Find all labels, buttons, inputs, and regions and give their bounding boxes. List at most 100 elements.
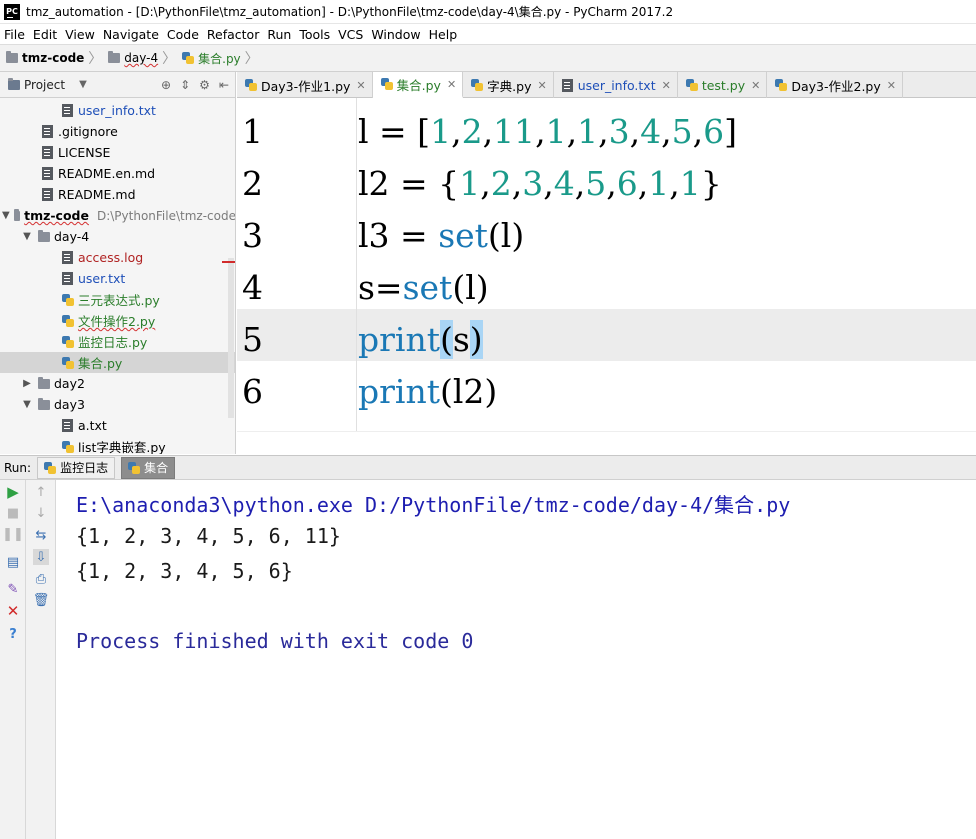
title-bar: PC tmz_automation - [D:\PythonFile\tmz_a… (0, 0, 976, 24)
breadcrumb-item-tmz-code[interactable]: tmz-code 〉 (6, 48, 108, 68)
close-icon[interactable]: ✕ (5, 602, 21, 620)
close-icon[interactable]: ✕ (356, 79, 365, 92)
help-icon[interactable]: ? (5, 626, 21, 642)
tree-scrollbar[interactable] (228, 258, 234, 418)
tree-item-tmz-code[interactable]: ▼ tmz-code D:\PythonFile\tmz-code (0, 205, 235, 226)
tree-item-user-txt[interactable]: user.txt (0, 268, 235, 289)
menu-code[interactable]: Code (167, 27, 199, 42)
gutter-divider (356, 98, 357, 433)
stop-icon[interactable]: ■ (5, 505, 21, 521)
project-tree: user_info.txt .gitignore LICENSE README.… (0, 98, 236, 454)
pycharm-app-icon: PC (4, 3, 20, 20)
tree-item-sanyuan[interactable]: 三元表达式.py (0, 289, 235, 310)
tree-item-jiankong[interactable]: 监控日志.py (0, 331, 235, 352)
menu-run[interactable]: Run (267, 27, 291, 42)
pin-icon[interactable]: ✎ (5, 581, 21, 597)
menu-window[interactable]: Window (371, 27, 420, 42)
menu-bar: File Edit View Navigate Code Refactor Ru… (0, 24, 976, 44)
menu-navigate[interactable]: Navigate (103, 27, 159, 42)
arrow-up-icon[interactable]: ↑ (33, 484, 49, 500)
rerun-icon[interactable]: ▶ (5, 483, 21, 501)
folder-icon (108, 51, 121, 63)
tab-jihe[interactable]: 集合.py ✕ (372, 72, 464, 98)
run-tab-jiankong[interactable]: 监控日志 (37, 456, 116, 479)
close-icon[interactable]: ✕ (537, 79, 546, 92)
python-file-icon (62, 356, 74, 369)
tree-item-gitignore[interactable]: .gitignore (0, 121, 235, 142)
run-tab-jihe[interactable]: 集合 (121, 456, 176, 479)
tab-test[interactable]: test.py ✕ (678, 72, 768, 98)
tree-item-jihe[interactable]: 集合.py (0, 352, 235, 373)
arrow-down-icon[interactable]: ↓ (33, 505, 49, 521)
menu-view[interactable]: View (65, 27, 95, 42)
editor-tabs: Day3-作业1.py ✕ 集合.py ✕ 字典.py ✕ user_info.txt… (237, 72, 976, 98)
tree-item-readme-en[interactable]: README.en.md (0, 163, 235, 184)
editor-scroll-area (237, 431, 976, 454)
breadcrumb-item-day-4[interactable]: day-4 〉 (108, 48, 182, 68)
line-number: 1 (242, 111, 263, 151)
close-icon[interactable]: ✕ (662, 79, 671, 92)
console-line-command: E:\anaconda3\python.exe D:/PythonFile/tm… (76, 493, 791, 517)
menu-refactor[interactable]: Refactor (207, 27, 259, 42)
console-line-output-1: {1, 2, 3, 4, 5, 6, 11} (76, 524, 341, 548)
project-view-selector[interactable]: Project (24, 78, 65, 92)
soft-wrap-icon[interactable]: ⇆ (33, 527, 49, 543)
target-icon[interactable]: ⊕ (161, 78, 171, 92)
folder-icon (38, 376, 50, 389)
menu-tools[interactable]: Tools (299, 27, 330, 42)
line-number: 5 (242, 319, 263, 359)
tab-zidian[interactable]: 字典.py ✕ (463, 72, 554, 98)
text-file-icon (62, 272, 73, 285)
trash-icon[interactable]: 🗑 (33, 592, 50, 608)
run-toolbar-secondary: ↑ ↓ ⇆ ⇩ ⎙ 🗑 (26, 480, 56, 839)
scroll-to-end-icon[interactable]: ⇩ (33, 549, 49, 565)
close-icon[interactable]: ✕ (447, 78, 456, 91)
line-number: 4 (242, 267, 263, 307)
python-file-icon (128, 461, 141, 474)
menu-edit[interactable]: Edit (33, 27, 57, 42)
expand-arrow-icon[interactable]: ▼ (2, 210, 10, 221)
tab-user-info[interactable]: user_info.txt ✕ (554, 72, 678, 98)
code-text: l2 = {1,2,3,4,5,6,1,1} (358, 163, 722, 203)
menu-help[interactable]: Help (429, 27, 458, 42)
python-file-icon (245, 79, 257, 91)
gear-icon[interactable]: ⚙ (199, 78, 210, 92)
menu-file[interactable]: File (4, 27, 25, 42)
console-output[interactable]: E:\anaconda3\python.exe D:/PythonFile/tm… (56, 480, 976, 839)
folder-icon (6, 51, 18, 63)
close-icon[interactable]: ✕ (751, 79, 760, 92)
tree-item-license[interactable]: LICENSE (0, 142, 235, 163)
close-icon[interactable]: ✕ (887, 79, 896, 92)
tree-item-a-txt[interactable]: a.txt (0, 415, 235, 436)
tree-item-readme[interactable]: README.md (0, 184, 235, 205)
layout-icon[interactable]: ▤ (5, 554, 21, 570)
python-file-icon (471, 79, 484, 91)
python-file-icon (380, 78, 393, 90)
collapse-icon[interactable]: ⇕ (180, 78, 190, 92)
tree-item-wenjian[interactable]: 文件操作2.py (0, 310, 235, 331)
expand-arrow-icon[interactable]: ▼ (20, 231, 34, 242)
error-marker (222, 261, 235, 263)
print-icon[interactable]: ⎙ (33, 571, 49, 587)
text-file-icon (62, 251, 73, 264)
hide-panel-icon[interactable]: ⇤ (219, 78, 229, 92)
tree-item-user-info-txt[interactable]: user_info.txt (0, 100, 235, 121)
tab-day3-zuoye1[interactable]: Day3-作业1.py ✕ (237, 72, 373, 98)
tab-day3-zuoye2[interactable]: Day3-作业2.py ✕ (767, 72, 903, 98)
tree-item-access-log[interactable]: access.log (0, 247, 235, 268)
breadcrumb-item-file[interactable]: 集合.py 〉 (182, 48, 265, 68)
pause-icon[interactable]: ❚❚ (2, 526, 24, 542)
menu-vcs[interactable]: VCS (338, 27, 363, 42)
python-file-icon (775, 79, 788, 91)
text-file-icon (42, 188, 53, 201)
current-line-highlight (237, 309, 976, 361)
breadcrumb: tmz-code 〉 day-4 〉 集合.py 〉 (0, 44, 976, 72)
tree-item-list-dict[interactable]: list字典嵌套.py (0, 436, 235, 454)
expand-arrow-icon[interactable]: ▼ (20, 399, 34, 410)
code-editor[interactable]: 1 l = [1,2,11,1,1,3,4,5,6] 2 l2 = {1,2,3… (237, 98, 976, 454)
chevron-down-icon[interactable]: ▼ (79, 79, 87, 90)
tree-item-day3[interactable]: ▼ day3 (0, 394, 235, 415)
tree-item-day-4[interactable]: ▼ day-4 (0, 226, 235, 247)
collapse-arrow-icon[interactable]: ▶ (20, 378, 34, 389)
tree-item-day2[interactable]: ▶ day2 (0, 373, 235, 394)
